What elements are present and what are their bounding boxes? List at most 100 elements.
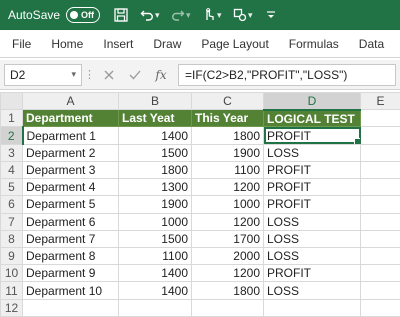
empty-cell[interactable] [360,212,400,231]
this-year-cell[interactable]: 1200 [191,178,264,197]
row-header[interactable]: 3 [0,143,23,162]
empty-cell[interactable] [360,178,400,197]
empty-cell[interactable] [360,109,400,128]
last-year-cell[interactable]: 1500 [118,229,192,248]
department-cell[interactable]: Deparment 9 [22,264,119,283]
column-header-e[interactable]: E [360,91,400,111]
empty-cell[interactable] [360,143,400,162]
empty-cell[interactable] [360,298,400,317]
department-cell[interactable]: Deparment 7 [22,229,119,248]
empty-cell[interactable] [22,298,119,317]
empty-cell[interactable] [360,195,400,214]
insert-function-icon[interactable]: fx [148,68,174,82]
logical-test-cell[interactable]: PROFIT [263,126,361,145]
logical-test-cell[interactable]: PROFIT [263,195,361,214]
last-year-cell[interactable]: 1100 [118,246,192,266]
row-header[interactable]: 12 [0,298,23,317]
redo-dropdown-icon[interactable]: ▾ [186,10,194,21]
empty-cell[interactable] [263,298,361,317]
tab-page-layout[interactable]: Page Layout [191,37,278,51]
department-cell[interactable]: Deparment 3 [22,160,119,180]
header-cell-logical-test[interactable]: LOGICAL TEST [263,109,361,128]
name-box[interactable]: D2 ▾ [4,63,82,86]
row-header[interactable]: 4 [0,160,23,180]
empty-cell[interactable] [360,160,400,180]
header-cell-last-year[interactable]: Last Yeat [118,109,192,128]
logical-test-cell[interactable]: LOSS [263,246,361,266]
last-year-cell[interactable]: 1400 [118,281,192,300]
this-year-cell[interactable]: 1000 [191,195,264,214]
last-year-cell[interactable]: 1000 [118,212,192,231]
column-header-c[interactable]: C [191,91,264,111]
touch-mode-dropdown-icon[interactable]: ▾ [217,10,225,21]
select-all-corner[interactable] [0,91,23,111]
tab-draw[interactable]: Draw [143,37,191,51]
this-year-cell[interactable]: 1200 [191,212,264,231]
row-header[interactable]: 11 [0,281,23,300]
last-year-cell[interactable]: 1800 [118,160,192,180]
department-cell[interactable]: Deparment 2 [22,143,119,162]
department-cell[interactable]: Deparment 4 [22,178,119,197]
formula-bar-grip-icon[interactable]: ⋮ [82,68,96,81]
column-header-a[interactable]: A [22,91,119,111]
this-year-cell[interactable]: 1900 [191,143,264,162]
tab-home[interactable]: Home [41,37,93,51]
last-year-cell[interactable]: 1500 [118,143,192,162]
column-header-d[interactable]: D [263,91,361,111]
logical-test-cell[interactable]: LOSS [263,281,361,300]
this-year-cell[interactable]: 1100 [191,160,264,180]
row-header[interactable]: 9 [0,246,23,266]
last-year-cell[interactable]: 1400 [118,264,192,283]
tab-file[interactable]: File [0,37,41,51]
this-year-cell[interactable]: 1200 [191,264,264,283]
empty-cell[interactable] [360,126,400,145]
table-row: 12 [0,298,400,317]
row-header[interactable]: 8 [0,229,23,248]
this-year-cell[interactable]: 1800 [191,126,264,145]
logical-test-cell[interactable]: LOSS [263,212,361,231]
logical-test-cell[interactable]: PROFIT [263,264,361,283]
this-year-cell[interactable]: 1700 [191,229,264,248]
row-header[interactable]: 1 [0,109,23,128]
empty-cell[interactable] [360,264,400,283]
department-cell[interactable]: Deparment 1 [22,126,119,145]
empty-cell[interactable] [191,298,264,317]
logical-test-cell[interactable]: PROFIT [263,160,361,180]
last-year-cell[interactable]: 1300 [118,178,192,197]
row-header[interactable]: 6 [0,195,23,214]
row-header[interactable]: 2 [0,126,24,145]
empty-cell[interactable] [118,298,192,317]
department-cell[interactable]: Deparment 8 [22,246,119,266]
tab-formulas[interactable]: Formulas [279,37,349,51]
formula-input[interactable]: =IF(C2>B2,"PROFIT","LOSS") [178,63,396,86]
this-year-cell[interactable]: 1800 [191,281,264,300]
enter-icon[interactable] [122,70,148,80]
department-cell[interactable]: Deparment 10 [22,281,119,300]
autosave-toggle[interactable]: Off [66,7,101,23]
customize-icon[interactable] [260,4,282,26]
empty-cell[interactable] [360,281,400,300]
shapes-dropdown-icon[interactable]: ▾ [248,10,256,21]
save-icon[interactable] [110,4,132,26]
row-header[interactable]: 5 [0,178,23,197]
tab-data[interactable]: Data [349,37,394,51]
empty-cell[interactable] [360,229,400,248]
last-year-cell[interactable]: 1400 [118,126,192,145]
logical-test-cell[interactable]: PROFIT [263,178,361,197]
row-header[interactable]: 10 [0,264,23,283]
tab-insert[interactable]: Insert [93,37,143,51]
column-header-b[interactable]: B [118,91,192,111]
department-cell[interactable]: Deparment 5 [22,195,119,214]
empty-cell[interactable] [360,246,400,266]
row-header[interactable]: 7 [0,212,23,231]
logical-test-cell[interactable]: LOSS [263,143,361,162]
chevron-down-icon[interactable]: ▾ [71,69,76,80]
cancel-icon[interactable] [96,70,122,80]
logical-test-cell[interactable]: LOSS [263,229,361,248]
last-year-cell[interactable]: 1900 [118,195,192,214]
header-cell-department[interactable]: Department [22,109,119,128]
undo-dropdown-icon[interactable]: ▾ [155,10,163,21]
header-cell-this-year[interactable]: This Year [191,109,264,128]
this-year-cell[interactable]: 2000 [191,246,264,266]
department-cell[interactable]: Deparment 6 [22,212,119,231]
